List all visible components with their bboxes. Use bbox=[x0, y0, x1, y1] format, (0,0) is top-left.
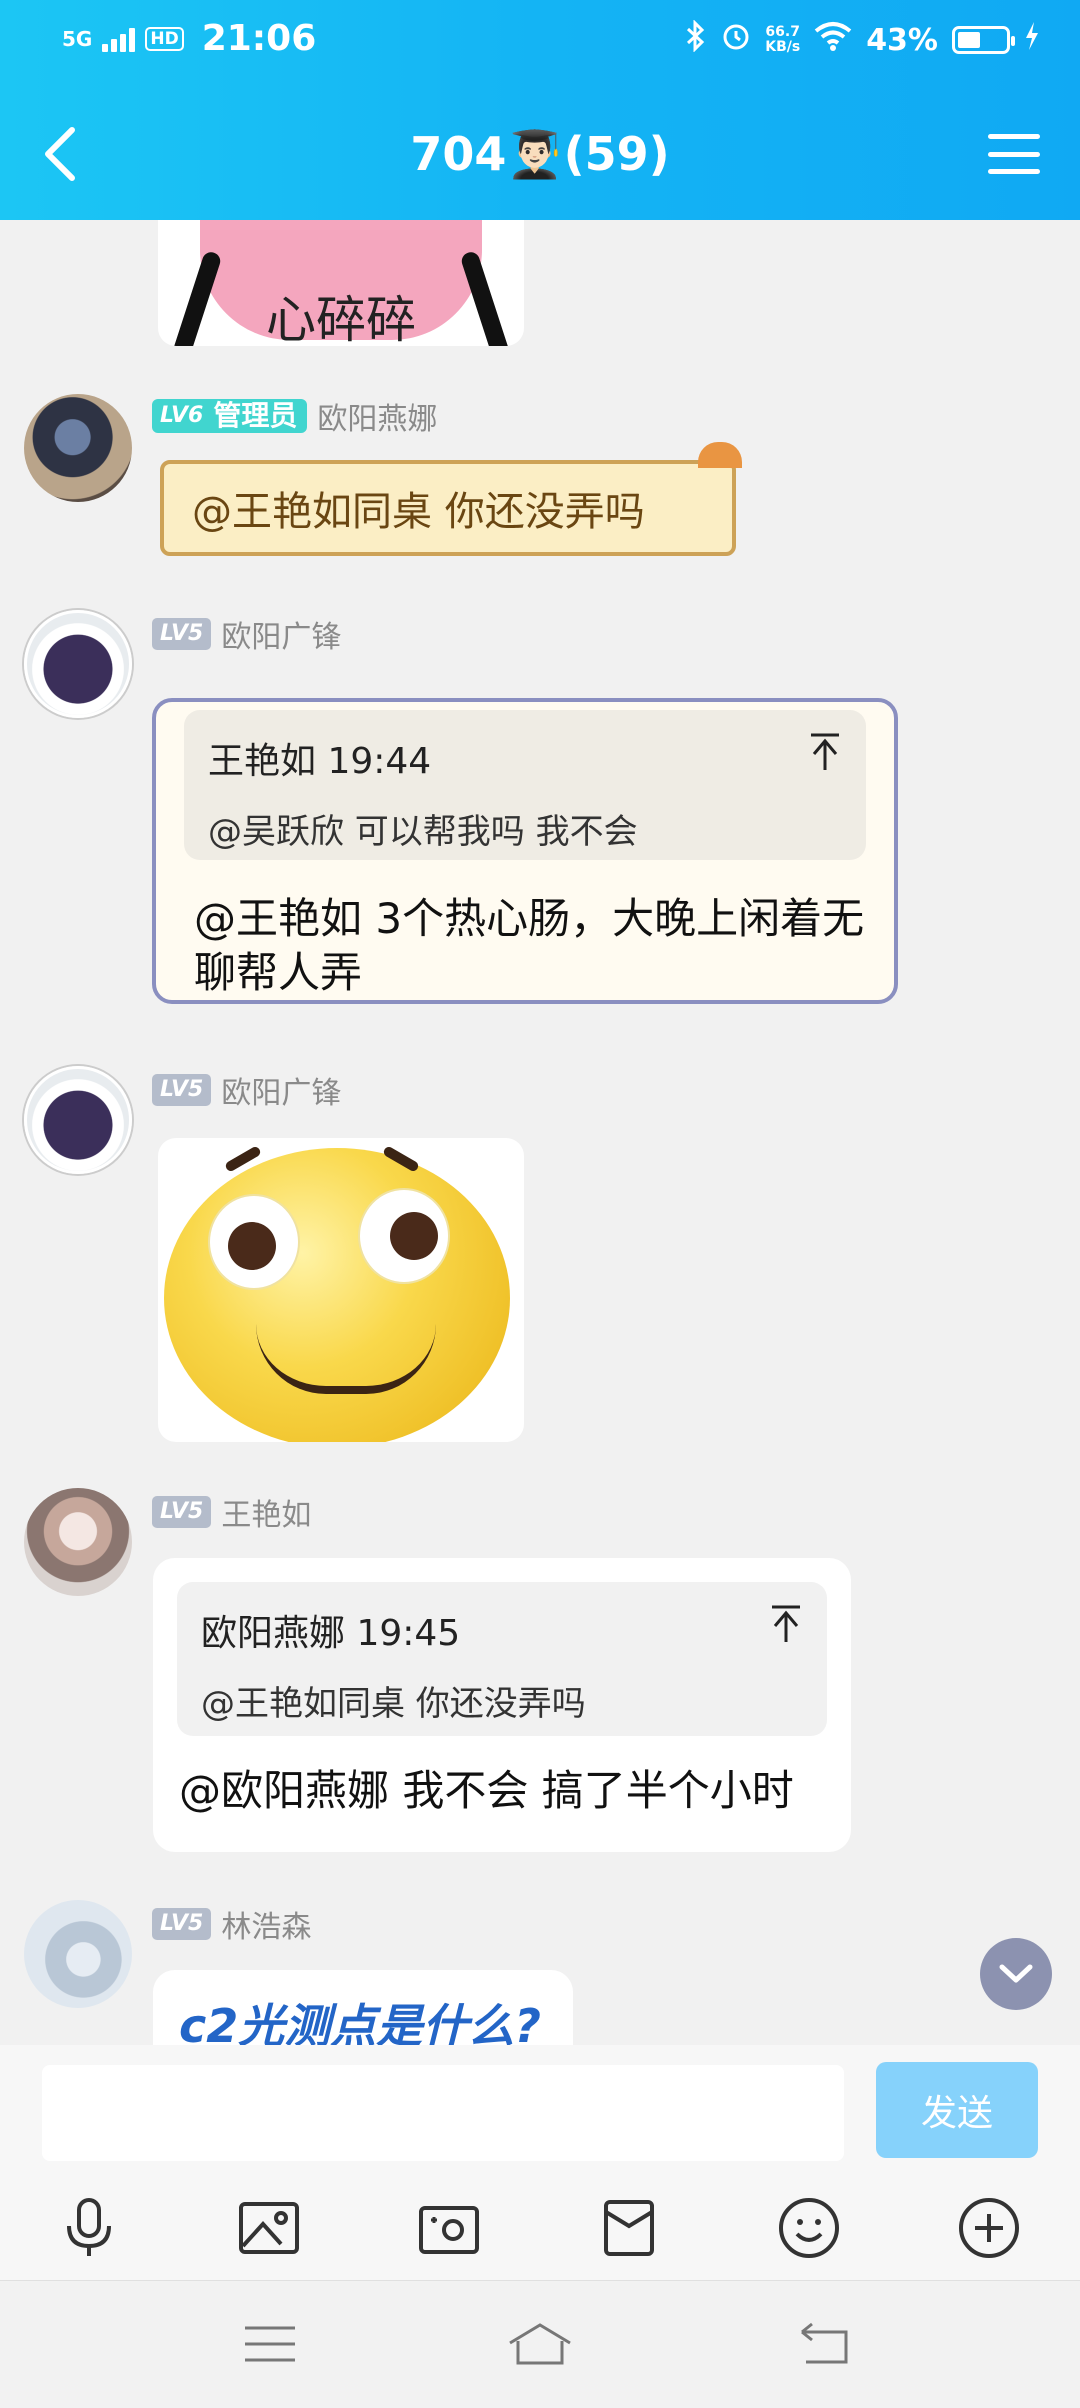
clock: 21:06 bbox=[201, 18, 317, 59]
send-button[interactable]: 发送 bbox=[876, 2062, 1038, 2158]
net-speed-value: 66.7 bbox=[765, 24, 800, 40]
alarm-icon bbox=[721, 21, 751, 59]
message-meta: LV5 欧阳广锋 bbox=[152, 1068, 341, 1112]
input-toolbar bbox=[0, 2175, 1080, 2280]
avatar[interactable] bbox=[24, 394, 132, 502]
emoji-button[interactable] bbox=[774, 2193, 844, 2263]
system-menu-icon bbox=[245, 2326, 295, 2362]
album-button[interactable] bbox=[234, 2193, 304, 2263]
signal-icon bbox=[102, 26, 136, 52]
sticker-smile[interactable] bbox=[158, 1138, 524, 1442]
message-meta: LV5 林浩森 bbox=[152, 1902, 311, 1946]
more-button[interactable] bbox=[954, 2193, 1024, 2263]
system-menu-button[interactable] bbox=[240, 2319, 300, 2369]
camera-button[interactable] bbox=[414, 2193, 484, 2263]
message-bubble[interactable]: 王艳如 19:44 @吴跃欣 可以帮我吗 我不会 @王艳如 3个热心肠，大晚上闲… bbox=[152, 698, 898, 1004]
status-right: 66.7 KB/s 43% bbox=[685, 19, 1040, 60]
smile-face-icon bbox=[164, 1145, 510, 1442]
quote-body: @王艳如同桌 你还没弄吗 bbox=[201, 1684, 586, 1724]
quote-body: @吴跃欣 可以帮我吗 我不会 bbox=[208, 812, 638, 852]
level-badge: LV5 bbox=[152, 1908, 212, 1940]
cat-decoration-icon bbox=[698, 442, 742, 468]
image-icon bbox=[239, 2202, 299, 2254]
net-speed: 66.7 KB/s bbox=[765, 25, 800, 55]
input-bar: 发送 bbox=[0, 2045, 1080, 2175]
battery-icon bbox=[952, 26, 1015, 54]
quote-header: 王艳如 19:44 bbox=[208, 741, 432, 782]
system-back-icon bbox=[801, 2322, 848, 2364]
header: 5G HD 21:06 66.7 KB/s 43% bbox=[0, 0, 1080, 220]
message-meta: LV6 管理员 欧阳燕娜 bbox=[152, 394, 437, 438]
battery-percent: 43% bbox=[866, 22, 938, 58]
avatar[interactable] bbox=[24, 1488, 132, 1596]
red-packet-button[interactable] bbox=[594, 2193, 664, 2263]
message-meta: LV5 王艳如 bbox=[152, 1490, 311, 1534]
sender-name[interactable]: 王艳如 bbox=[221, 1490, 311, 1534]
message-input[interactable] bbox=[42, 2065, 844, 2161]
message-meta: LV5 欧阳广锋 bbox=[152, 612, 341, 656]
sender-name[interactable]: 林浩森 bbox=[221, 1902, 311, 1946]
avatar[interactable] bbox=[24, 610, 132, 718]
level-badge: LV5 bbox=[152, 618, 212, 650]
system-home-button[interactable] bbox=[506, 2319, 574, 2369]
emoji-icon bbox=[779, 2198, 839, 2258]
reply-quote[interactable]: 欧阳燕娜 19:45 @王艳如同桌 你还没弄吗 bbox=[177, 1582, 827, 1736]
level-badge: LV5 bbox=[152, 1496, 212, 1528]
level-badge: LV6 bbox=[160, 403, 204, 428]
level-badge: LV5 bbox=[152, 1074, 212, 1106]
status-bar: 5G HD 21:06 66.7 KB/s 43% bbox=[0, 0, 1080, 84]
sticker-heartbroken[interactable]: 心碎碎 bbox=[158, 220, 524, 346]
nav-bar: 704👨🏻‍🎓(59) bbox=[0, 110, 1080, 200]
red-packet-icon bbox=[604, 2200, 654, 2256]
charging-icon bbox=[1024, 21, 1040, 59]
message-text: c2光测点是什么? bbox=[179, 1999, 541, 2045]
quote-header: 欧阳燕娜 19:45 bbox=[201, 1613, 461, 1654]
jump-to-top-icon[interactable] bbox=[808, 732, 842, 772]
wifi-icon bbox=[814, 21, 852, 59]
plus-icon bbox=[959, 2198, 1019, 2258]
voice-button[interactable] bbox=[54, 2193, 124, 2263]
camera-icon bbox=[419, 2206, 479, 2254]
chevron-down-icon bbox=[999, 1964, 1033, 1983]
sender-name[interactable]: 欧阳广锋 bbox=[221, 1068, 341, 1112]
net-speed-unit: KB/s bbox=[765, 39, 801, 55]
message-bubble[interactable]: 欧阳燕娜 19:45 @王艳如同桌 你还没弄吗 @欧阳燕娜 我不会 搞了半个小时 bbox=[153, 1558, 851, 1852]
sender-name[interactable]: 欧阳广锋 bbox=[221, 612, 341, 656]
avatar[interactable] bbox=[24, 1900, 132, 2008]
reply-quote[interactable]: 王艳如 19:44 @吴跃欣 可以帮我吗 我不会 bbox=[184, 710, 866, 860]
system-back-button[interactable] bbox=[794, 2319, 854, 2369]
chat-area[interactable]: 心碎碎 LV6 管理员 欧阳燕娜 @王艳如同桌 你还没弄吗 LV5 欧阳广锋 王… bbox=[0, 220, 1080, 2045]
role-label: 管理员 bbox=[213, 399, 298, 432]
chat-title: 704👨🏻‍🎓(59) bbox=[410, 127, 670, 181]
system-home-icon bbox=[509, 2323, 571, 2365]
menu-button[interactable] bbox=[988, 128, 1040, 180]
menu-icon bbox=[988, 134, 1040, 139]
network-type: 5G bbox=[62, 26, 93, 51]
message-text: @王艳如同桌 你还没弄吗 bbox=[192, 489, 645, 535]
message-bubble[interactable]: c2光测点是什么? bbox=[153, 1970, 573, 2045]
admin-badge: LV6 管理员 bbox=[152, 399, 308, 433]
message-text: @王艳如 3个热心肠，大晚上闲着无聊帮人弄 bbox=[194, 894, 865, 997]
sender-name[interactable]: 欧阳燕娜 bbox=[317, 394, 437, 438]
hd-badge: HD bbox=[145, 26, 184, 51]
avatar[interactable] bbox=[24, 1066, 132, 1174]
status-left: 5G HD 21:06 bbox=[62, 18, 316, 59]
bluetooth-icon bbox=[685, 19, 707, 60]
jump-to-top-icon[interactable] bbox=[769, 1604, 803, 1644]
message-text: @欧阳燕娜 我不会 搞了半个小时 bbox=[179, 1766, 794, 1815]
message-bubble[interactable]: @王艳如同桌 你还没弄吗 bbox=[160, 442, 742, 556]
scroll-to-bottom-button[interactable] bbox=[980, 1938, 1052, 2010]
sticker-text: 心碎碎 bbox=[266, 291, 416, 346]
microphone-icon bbox=[67, 2198, 111, 2256]
system-nav-bar bbox=[0, 2280, 1080, 2408]
